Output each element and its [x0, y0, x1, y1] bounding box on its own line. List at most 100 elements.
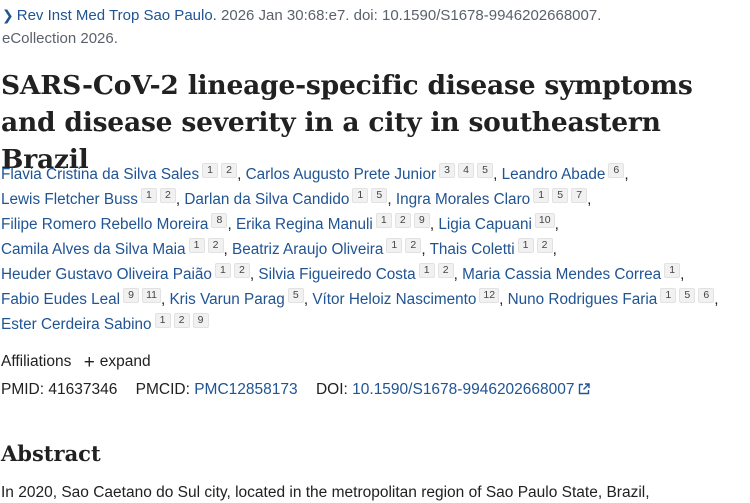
- author-name-link[interactable]: Camila Alves da Silva Maia: [1, 241, 186, 258]
- doi-label: DOI:: [315, 381, 348, 398]
- author-name-link[interactable]: Maria Cassia Mendes Correa: [462, 266, 661, 283]
- affiliation-badge[interactable]: 6: [608, 162, 625, 178]
- affiliation-badge[interactable]: 2: [233, 262, 250, 278]
- external-link-icon: [578, 382, 590, 400]
- affiliation-badge[interactable]: 2: [159, 187, 176, 203]
- author-entry: Beatriz Araujo Oliveira 1 2: [232, 237, 422, 258]
- affiliation-badge[interactable]: 10: [534, 212, 555, 228]
- affiliation-badge[interactable]: 1: [533, 187, 550, 203]
- affiliation-badge[interactable]: 4: [458, 162, 475, 178]
- author-name-link[interactable]: Ester Cerdeira Sabino: [1, 316, 152, 333]
- affiliation-badge[interactable]: 1: [352, 187, 369, 203]
- author-entry: Thais Coletti 1 2: [430, 237, 553, 258]
- affiliation-badge[interactable]: 1: [418, 262, 435, 278]
- author-entry: Fabio Eudes Leal 9 11: [1, 287, 161, 308]
- affiliations-row: Affiliations + expand: [1, 352, 151, 374]
- author-name-link[interactable]: Darlan da Silva Candido: [184, 191, 349, 208]
- citation-block: ❯ Rev Inst Med Trop Sao Paulo. 2026 Jan 3…: [2, 4, 742, 50]
- author-name-link[interactable]: Leandro Abade: [502, 166, 606, 183]
- pmcid-link[interactable]: PMC12858173: [194, 381, 297, 398]
- author-name-link[interactable]: Erika Regina Manuli: [236, 216, 373, 233]
- author-entry: Camila Alves da Silva Maia 1 2: [1, 237, 224, 258]
- author-name-link[interactable]: Filipe Romero Rebello Moreira: [1, 216, 208, 233]
- citation-details: 2026 Jan 30:68:e7. doi: 10.1590/S1678-99…: [216, 7, 602, 24]
- author-entry: Flavia Cristina da Silva Sales 1 2: [1, 162, 238, 183]
- affiliation-badge[interactable]: 1: [188, 237, 205, 253]
- author-entry: Nuno Rodrigues Faria 1 5 6: [508, 287, 715, 308]
- affiliation-badge[interactable]: 2: [394, 212, 411, 228]
- doi-value: 10.1590/S1678-9946202668007: [352, 381, 575, 398]
- author-entry: Silvia Figueiredo Costa 1 2: [258, 262, 454, 283]
- journal-link[interactable]: Rev Inst Med Trop Sao Paulo.: [17, 7, 217, 24]
- author-name-link[interactable]: Kris Varun Parag: [169, 291, 284, 308]
- author-entry: Carlos Augusto Prete Junior 3 4 5: [246, 162, 494, 183]
- author-name-link[interactable]: Beatriz Araujo Oliveira: [232, 241, 383, 258]
- affiliation-badge[interactable]: 1: [154, 312, 171, 328]
- affiliation-badge[interactable]: 2: [221, 162, 238, 178]
- affiliation-badge[interactable]: 8: [211, 212, 228, 228]
- author-name-link[interactable]: Lewis Fletcher Buss: [1, 191, 138, 208]
- author-name-link[interactable]: Fabio Eudes Leal: [1, 291, 120, 308]
- affiliation-badge[interactable]: 5: [552, 187, 569, 203]
- author-entry: Ester Cerdeira Sabino 1 2 9: [1, 312, 209, 333]
- doi-link[interactable]: 10.1590/S1678-9946202668007: [352, 381, 590, 400]
- author-name-link[interactable]: Vítor Heloiz Nascimento: [312, 291, 476, 308]
- affiliation-badge[interactable]: 12: [479, 287, 500, 303]
- affiliation-badge[interactable]: 5: [287, 287, 304, 303]
- pmid-value: 41637346: [48, 381, 118, 398]
- affiliation-badge[interactable]: 1: [660, 287, 677, 303]
- author-entry: Kris Varun Parag 5: [169, 287, 304, 308]
- affiliation-badge[interactable]: 1: [517, 237, 534, 253]
- article-identifiers: PMID: 41637346 PMCID: PMC12858173 DOI: 1…: [1, 381, 590, 400]
- affiliation-badge[interactable]: 2: [437, 262, 454, 278]
- affiliation-badge[interactable]: 7: [571, 187, 588, 203]
- affiliation-badge[interactable]: 6: [698, 287, 715, 303]
- affiliations-label: Affiliations: [1, 353, 72, 370]
- affiliation-badge[interactable]: 3: [439, 162, 456, 178]
- abstract-text: In 2020, Sao Caetano do Sul city, locate…: [1, 484, 650, 501]
- author-name-link[interactable]: Ligia Capuani: [438, 216, 532, 233]
- author-entry: Erika Regina Manuli 1 2 9: [236, 212, 430, 233]
- affiliation-badge[interactable]: 1: [140, 187, 157, 203]
- affiliation-badge[interactable]: 2: [536, 237, 553, 253]
- author-name-link[interactable]: Thais Coletti: [430, 241, 515, 258]
- author-name-link[interactable]: Carlos Augusto Prete Junior: [246, 166, 436, 183]
- affiliation-badge[interactable]: 5: [477, 162, 494, 178]
- author-entry: Filipe Romero Rebello Moreira 8: [1, 212, 228, 233]
- author-name-link[interactable]: Heuder Gustavo Oliveira Paião: [1, 266, 212, 283]
- affiliation-badge[interactable]: 9: [123, 287, 140, 303]
- affiliation-badge[interactable]: 9: [192, 312, 209, 328]
- affiliation-badge[interactable]: 1: [664, 262, 681, 278]
- chevron-right-icon: ❯: [2, 7, 14, 23]
- author-entry: Ligia Capuani 10: [438, 212, 555, 233]
- author-name-link[interactable]: Silvia Figueiredo Costa: [258, 266, 415, 283]
- affiliation-badge[interactable]: 5: [371, 187, 388, 203]
- pmcid-label: PMCID:: [135, 381, 190, 398]
- affiliation-badge[interactable]: 1: [375, 212, 392, 228]
- author-entry: Lewis Fletcher Buss 1 2: [1, 187, 176, 208]
- affiliation-badge[interactable]: 5: [679, 287, 696, 303]
- author-name-link[interactable]: Nuno Rodrigues Faria: [508, 291, 658, 308]
- abstract-heading: Abstract: [1, 441, 101, 466]
- pmid-label: PMID:: [1, 381, 45, 398]
- author-name-link[interactable]: Flavia Cristina da Silva Sales: [1, 166, 199, 183]
- affiliation-badge[interactable]: 2: [207, 237, 224, 253]
- affiliation-badge[interactable]: 1: [386, 237, 403, 253]
- author-list: Flavia Cristina da Silva Sales 1 2, Carlos…: [1, 162, 719, 333]
- author-entry: Maria Cassia Mendes Correa 1: [462, 262, 681, 283]
- affiliation-badge[interactable]: 2: [173, 312, 190, 328]
- affiliation-badge[interactable]: 2: [405, 237, 422, 253]
- affiliation-badge[interactable]: 1: [202, 162, 219, 178]
- author-name-link[interactable]: Ingra Morales Claro: [396, 191, 530, 208]
- affiliation-badge[interactable]: 9: [413, 212, 430, 228]
- author-entry: Ingra Morales Claro 1 5 7: [396, 187, 588, 208]
- affiliations-expand-button[interactable]: + expand: [84, 352, 151, 373]
- expand-label: expand: [99, 353, 151, 370]
- author-entry: Leandro Abade 6: [502, 162, 625, 183]
- citation-ecollection: eCollection 2026.: [2, 29, 118, 47]
- author-entry: Heuder Gustavo Oliveira Paião 1 2: [1, 262, 250, 283]
- affiliation-badge[interactable]: 1: [214, 262, 231, 278]
- author-entry: Darlan da Silva Candido 1 5: [184, 187, 388, 208]
- author-entry: Vítor Heloiz Nascimento 12: [312, 287, 500, 308]
- affiliation-badge[interactable]: 11: [142, 287, 161, 303]
